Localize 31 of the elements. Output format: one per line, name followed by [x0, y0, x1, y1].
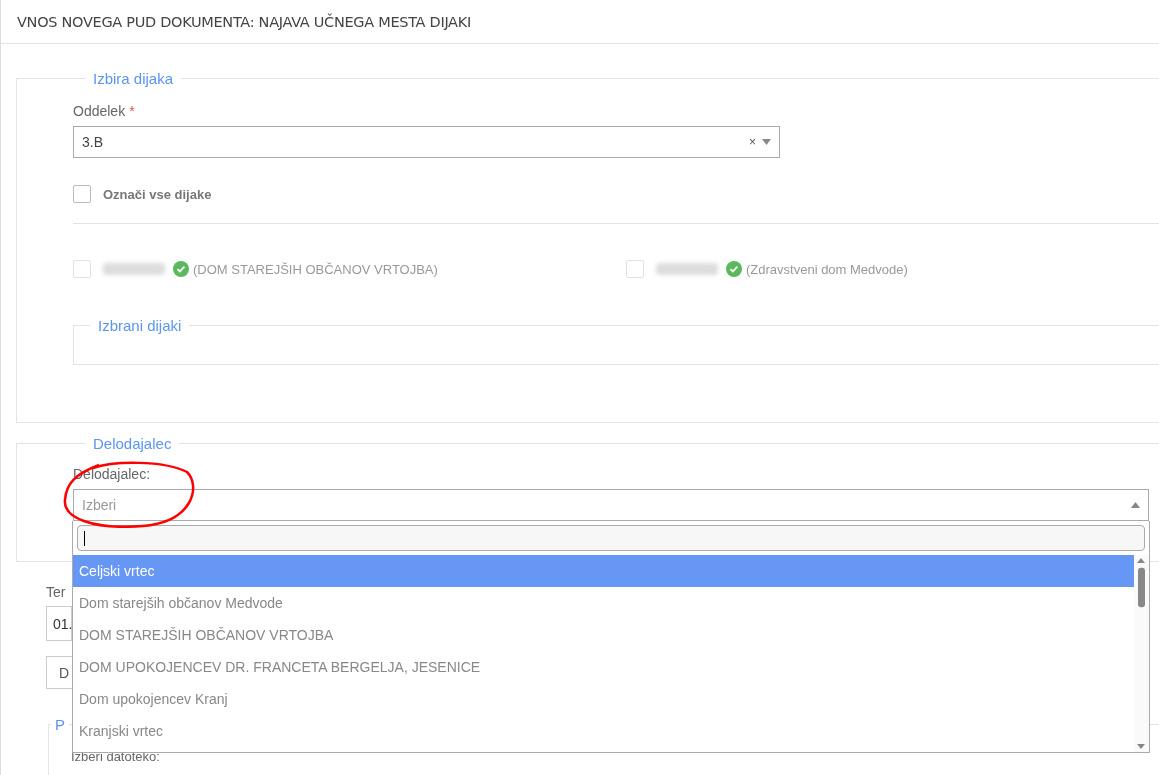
- search-field[interactable]: [77, 525, 1145, 551]
- dropdown-option[interactable]: DOM STAREJŠIH OBČANOV VRTOJBA: [73, 619, 1134, 651]
- dropdown-option[interactable]: Celjski vrtec: [73, 555, 1134, 587]
- section-legend: Izbira dijaka: [85, 70, 182, 87]
- dropdown-option[interactable]: DOM UPOKOJENCEV DR. FRANCETA BERGELJA, JESENICE: [73, 651, 1134, 683]
- workplace-text: (DOM STAREJŠIH OBČANOV VRTOJBA): [193, 261, 438, 277]
- caret-icon: [762, 139, 771, 145]
- checkbox-label: Označi vse dijake: [103, 186, 212, 202]
- section-legend: P: [51, 716, 69, 733]
- field-label: Ter: [46, 584, 67, 600]
- field-label: Izberi datoteko:: [71, 750, 161, 764]
- scrollbar[interactable]: [1134, 555, 1149, 752]
- section-legend: Delodajalec: [85, 435, 180, 452]
- check-icon: [726, 261, 742, 277]
- check-icon: [173, 261, 189, 277]
- date-field[interactable]: 01.: [46, 606, 72, 641]
- employer-select[interactable]: Izberi: [73, 489, 1149, 521]
- dropdown-option[interactable]: Dom upokojencev Kranj: [73, 683, 1134, 715]
- class-select[interactable]: 3.B ×: [73, 126, 780, 158]
- workplace-text: (Zdravstveni dom Medvode): [746, 261, 908, 277]
- page-title: VNOS NOVEGA PUD DOKUMENTA: NAJAVA UČNEGA MESTA DIJAKI: [17, 13, 471, 30]
- blurred-name: [103, 263, 165, 275]
- dropdown-option[interactable]: Dom starejših občanov Medvode: [73, 587, 1134, 619]
- blurred-name: [656, 263, 718, 275]
- clear-button[interactable]: ×: [749, 135, 756, 149]
- dropdown-option[interactable]: Kranjski vrtec: [73, 715, 1134, 747]
- caret-icon: [1131, 502, 1140, 508]
- field-label: Oddelek *: [73, 103, 136, 119]
- section-legend: Izbrani dijaki: [90, 317, 190, 334]
- checkbox[interactable]: [73, 185, 91, 203]
- date-button[interactable]: D: [46, 656, 72, 689]
